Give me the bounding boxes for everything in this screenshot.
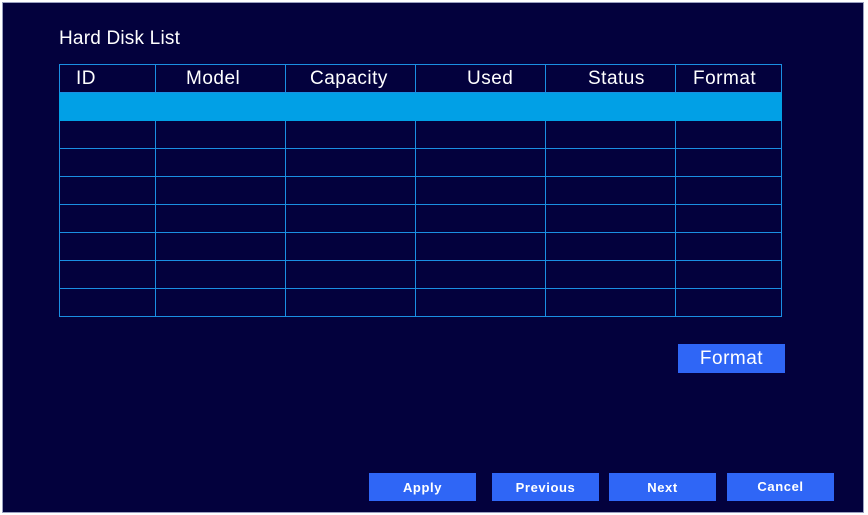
- table-cell-format: [675, 176, 782, 205]
- table-cell-format: [675, 92, 782, 121]
- table-cell-format: [675, 148, 782, 177]
- table-cell-status: [545, 176, 676, 205]
- apply-button[interactable]: Apply: [369, 473, 476, 501]
- table-cell-model: [155, 260, 286, 289]
- table-cell-model: [155, 176, 286, 205]
- table-cell-id: [59, 120, 156, 149]
- next-button[interactable]: Next: [609, 473, 716, 501]
- table-cell-used: [415, 120, 546, 149]
- table-cell-status: [545, 120, 676, 149]
- table-cell-id: [59, 92, 156, 121]
- format-button[interactable]: Format: [678, 344, 785, 373]
- table-cell-format: [675, 120, 782, 149]
- table-cell-model: [155, 148, 286, 177]
- table-cell-model: [155, 204, 286, 233]
- table-cell-format: [675, 288, 782, 317]
- table-cell-format: [675, 260, 782, 289]
- hard-disk-panel: Hard Disk List ID Model Capacity Used St…: [2, 2, 864, 513]
- table-cell-capacity: [285, 120, 416, 149]
- table-row[interactable]: [59, 148, 782, 177]
- table-cell-status: [545, 92, 676, 121]
- table-cell-format: [675, 204, 782, 233]
- table-cell-id: [59, 288, 156, 317]
- table-cell-capacity: [285, 204, 416, 233]
- table-cell-capacity: [285, 148, 416, 177]
- table-cell-id: [59, 260, 156, 289]
- column-header-capacity: Capacity: [285, 64, 416, 93]
- table-cell-capacity: [285, 260, 416, 289]
- column-header-format: Format: [675, 64, 782, 93]
- table-cell-used: [415, 204, 546, 233]
- table-cell-model: [155, 232, 286, 261]
- table-cell-used: [415, 176, 546, 205]
- column-header-used: Used: [415, 64, 546, 93]
- table-cell-used: [415, 232, 546, 261]
- table-cell-used: [415, 288, 546, 317]
- table-row[interactable]: [59, 176, 782, 205]
- hard-disk-table: ID Model Capacity Used Status Format: [59, 64, 782, 317]
- table-cell-status: [545, 148, 676, 177]
- table-row[interactable]: [59, 232, 782, 261]
- table-cell-capacity: [285, 92, 416, 121]
- page-title: Hard Disk List: [59, 28, 181, 49]
- table-cell-capacity: [285, 288, 416, 317]
- table-cell-id: [59, 176, 156, 205]
- table-cell-model: [155, 288, 286, 317]
- table-cell-capacity: [285, 232, 416, 261]
- table-cell-id: [59, 204, 156, 233]
- cancel-button[interactable]: Cancel: [727, 473, 834, 501]
- table-cell-used: [415, 92, 546, 121]
- table-cell-id: [59, 148, 156, 177]
- table-body: [59, 92, 782, 317]
- column-header-model: Model: [155, 64, 286, 93]
- table-cell-used: [415, 260, 546, 289]
- table-cell-model: [155, 92, 286, 121]
- table-cell-status: [545, 288, 676, 317]
- table-row[interactable]: [59, 120, 782, 149]
- table-header-row: ID Model Capacity Used Status Format: [59, 64, 782, 93]
- table-cell-status: [545, 204, 676, 233]
- table-cell-used: [415, 148, 546, 177]
- table-row[interactable]: [59, 204, 782, 233]
- column-header-id: ID: [59, 64, 156, 93]
- table-cell-status: [545, 260, 676, 289]
- table-cell-capacity: [285, 176, 416, 205]
- previous-button[interactable]: Previous: [492, 473, 599, 501]
- table-cell-format: [675, 232, 782, 261]
- table-row[interactable]: [59, 92, 782, 121]
- table-cell-id: [59, 232, 156, 261]
- column-header-status: Status: [545, 64, 676, 93]
- table-cell-status: [545, 232, 676, 261]
- table-row[interactable]: [59, 288, 782, 317]
- table-row[interactable]: [59, 260, 782, 289]
- table-cell-model: [155, 120, 286, 149]
